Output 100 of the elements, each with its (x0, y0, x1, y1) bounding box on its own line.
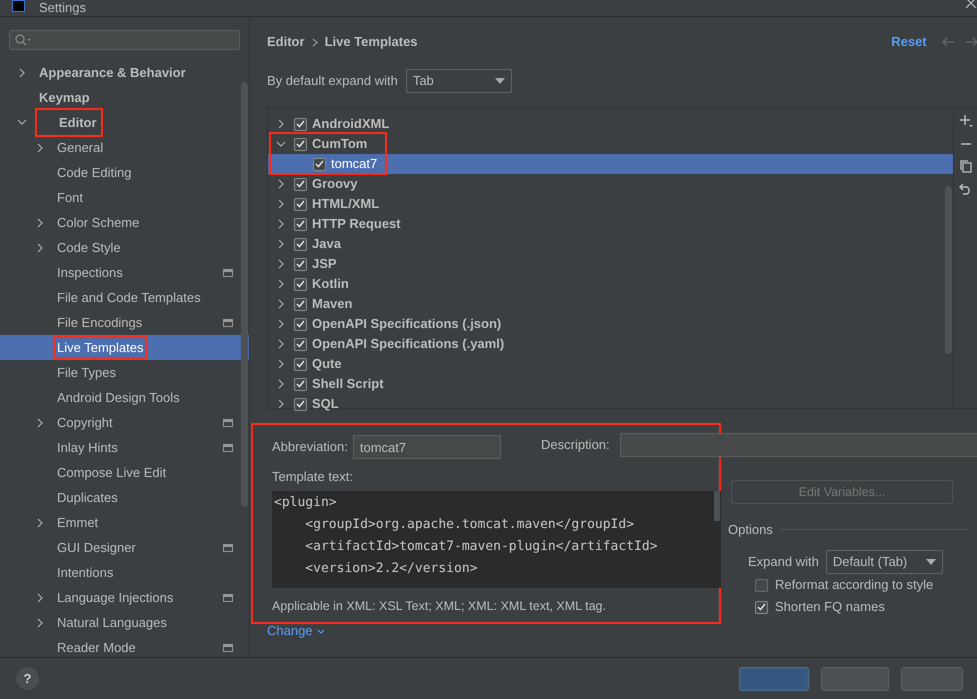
chevron-right-icon[interactable] (37, 218, 43, 228)
settings-tree-item[interactable]: Compose Live Edit (55, 462, 168, 482)
breadcrumb-item[interactable]: Editor (267, 32, 305, 52)
checkbox[interactable] (294, 118, 307, 130)
template-group[interactable]: Java (312, 234, 341, 254)
chevron-down-icon[interactable] (17, 119, 27, 126)
add-icon[interactable] (958, 114, 973, 128)
checkbox[interactable] (294, 138, 307, 150)
selected-tree-item[interactable]: Live Templates (0, 335, 249, 360)
copy-icon[interactable] (960, 160, 972, 173)
option-label[interactable]: Reformat according to style (775, 575, 934, 595)
chevron-right-icon[interactable] (37, 242, 43, 252)
settings-tree-item[interactable]: Inlay Hints (55, 438, 120, 458)
settings-tree-item[interactable]: Duplicates (55, 488, 120, 508)
settings-tree-item[interactable]: Intentions (55, 562, 116, 582)
template-group[interactable]: Shell Script (312, 374, 384, 394)
settings-tree-item[interactable]: Color Scheme (55, 212, 142, 232)
checkbox[interactable] (313, 158, 326, 170)
chevron-right-icon[interactable] (37, 592, 43, 602)
checkbox[interactable] (755, 578, 768, 592)
chevron-right-icon[interactable] (37, 142, 43, 152)
template-group[interactable]: Kotlin (312, 274, 349, 294)
abbreviation-field[interactable]: tomcat7 (352, 435, 501, 459)
chevron-right-icon[interactable] (278, 299, 284, 309)
search-field[interactable] (9, 30, 240, 50)
chevron-right-icon[interactable] (278, 379, 284, 389)
help-button[interactable]: ? (16, 667, 39, 690)
scrollbar[interactable] (241, 82, 248, 507)
checkbox[interactable] (294, 378, 307, 390)
chevron-right-icon[interactable] (278, 199, 284, 209)
template-group[interactable]: HTTP Request (312, 214, 401, 234)
checkbox[interactable] (294, 338, 307, 350)
settings-tree-item[interactable]: Emmet (55, 512, 100, 532)
settings-tree-item[interactable]: Copyright (55, 412, 115, 432)
settings-tree-item[interactable]: Language Injections (55, 588, 176, 608)
checkbox[interactable] (294, 218, 307, 230)
template-group[interactable]: AndroidXML (312, 114, 390, 134)
expand-key-dropdown[interactable]: Tab (406, 69, 512, 93)
chevron-right-icon[interactable] (278, 399, 284, 409)
option-label[interactable]: Shorten FQ names (775, 597, 885, 617)
checkbox[interactable] (294, 358, 307, 370)
template-group[interactable]: Qute (312, 354, 342, 374)
settings-tree-item[interactable]: File Encodings (55, 312, 144, 332)
template-group[interactable]: CumTom (312, 134, 368, 154)
settings-tree-item[interactable]: Inspections (55, 262, 125, 282)
chevron-right-icon[interactable] (278, 279, 284, 289)
chevron-right-icon[interactable] (278, 119, 284, 129)
template-group[interactable]: HTML/XML (312, 194, 380, 214)
chevron-right-icon[interactable] (278, 339, 284, 349)
scrollbar[interactable] (714, 490, 720, 520)
settings-tree-item[interactable]: Keymap (37, 88, 92, 108)
chevron-down-icon[interactable] (276, 140, 286, 148)
reset-link[interactable]: Reset (891, 32, 927, 52)
checkbox[interactable] (294, 238, 307, 250)
selected-template-row[interactable]: tomcat7 (268, 154, 953, 174)
chevron-right-icon[interactable] (278, 179, 284, 189)
checkbox[interactable] (755, 600, 768, 614)
chevron-right-icon[interactable] (37, 618, 43, 628)
settings-tree-item[interactable]: Reader Mode (55, 638, 138, 658)
description-field[interactable] (620, 433, 977, 457)
template-group[interactable]: Groovy (312, 174, 358, 194)
settings-tree-item[interactable]: Editor (37, 110, 101, 136)
template-group[interactable]: JSP (312, 254, 337, 274)
template-text-editor[interactable]: <plugin> <groupId>org.apache.tomcat.maven</groupId> <artifactId>tomcat7-maven-plugin</artifactId> <version>2.2</version> (272, 490, 721, 588)
chevron-right-icon[interactable] (37, 518, 43, 528)
chevron-right-icon[interactable] (37, 418, 43, 428)
settings-tree-item[interactable]: File Types (55, 362, 118, 382)
checkbox[interactable] (294, 278, 307, 290)
settings-tree-item[interactable]: Live Templates (55, 338, 146, 358)
settings-tree-item[interactable]: Code Style (55, 238, 123, 258)
settings-tree-item[interactable]: Code Editing (55, 162, 134, 182)
undo-icon[interactable] (959, 183, 972, 195)
settings-tree-item[interactable]: Font (55, 188, 86, 208)
close-icon[interactable] (964, 0, 977, 8)
change-link[interactable]: Change (267, 621, 325, 641)
template-group[interactable]: OpenAPI Specifications (.json) (312, 314, 502, 334)
chevron-right-icon[interactable] (19, 68, 25, 78)
chevron-right-icon[interactable] (278, 319, 284, 329)
template-group[interactable]: SQL (312, 394, 339, 414)
settings-tree-item[interactable]: Android Design Tools (55, 388, 182, 408)
checkbox[interactable] (294, 178, 307, 190)
settings-tree-item[interactable]: General (55, 138, 106, 158)
checkbox[interactable] (294, 398, 307, 410)
checkbox[interactable] (294, 258, 307, 270)
checkbox[interactable] (294, 318, 307, 330)
template-group[interactable]: OpenAPI Specifications (.yaml) (312, 334, 504, 354)
settings-tree-item[interactable]: Natural Languages (55, 612, 169, 632)
chevron-right-icon[interactable] (278, 219, 284, 229)
settings-tree-item[interactable]: GUI Designer (55, 538, 138, 558)
chevron-right-icon[interactable] (278, 239, 284, 249)
expand-with-dropdown[interactable]: Default (Tab) (826, 550, 943, 574)
checkbox[interactable] (294, 198, 307, 210)
settings-tree-item[interactable]: Appearance & Behavior (37, 62, 188, 82)
template-group[interactable]: Maven (312, 294, 352, 314)
checkbox[interactable] (294, 298, 307, 310)
scrollbar[interactable] (944, 186, 952, 354)
chevron-right-icon[interactable] (278, 359, 284, 369)
chevron-right-icon[interactable] (278, 259, 284, 269)
template-item[interactable]: tomcat7 (331, 154, 378, 174)
settings-tree-item[interactable]: File and Code Templates (55, 288, 203, 308)
